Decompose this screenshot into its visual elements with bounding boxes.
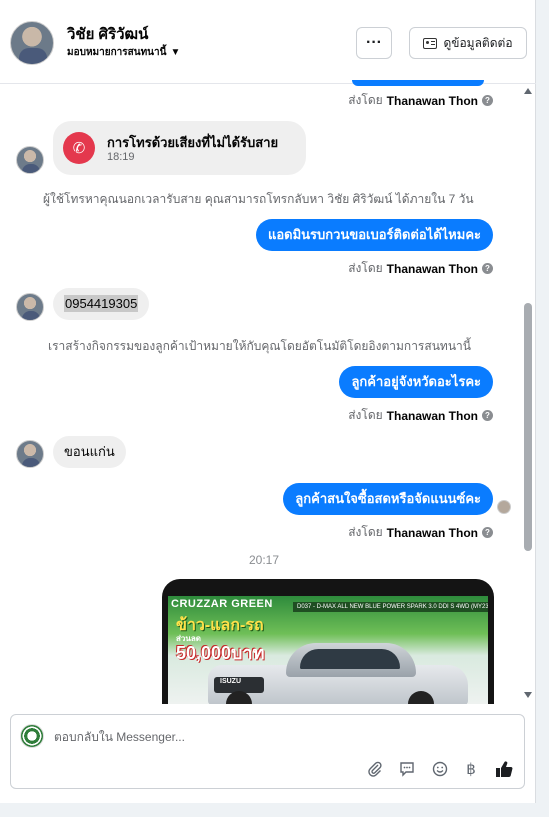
message-bubble-partial [352, 80, 484, 86]
promo-image: CRUZZAR GREEN D037 - D-MAX ALL NEW BLUE … [168, 596, 488, 704]
sender-name: Thanawan Thon [386, 93, 478, 108]
reply-input[interactable] [54, 727, 494, 747]
incoming-message[interactable]: ขอนแก่น [53, 436, 126, 468]
sent-by-line: ส่งโดย Thanawan Thon ? [348, 406, 493, 425]
message-timestamp: 20:17 [249, 553, 280, 567]
view-contact-info-label: ดูข้อมูลติดต่อ [443, 35, 513, 50]
assign-conversation-dropdown[interactable]: มอบหมายการสนทนานี้ ▼ [67, 45, 180, 60]
sent-by-line: ส่งโดย Thanawan Thon ? [348, 523, 493, 542]
contact-avatar-small[interactable] [16, 440, 44, 468]
phone-number[interactable]: 0954419305 [64, 295, 139, 312]
activity-system-note: เราสร้างกิจกรรมของลูกค้าเป้าหมายให้กับคุ… [48, 339, 471, 353]
call-system-note: ผู้ใช้โทรหาคุณนอกเวลารับสาย คุณสามารถโทร… [43, 192, 474, 206]
conversation-panel: วิชัย ศิริวัฒน์ มอบหมายการสนทนานี้ ▼ ···… [0, 0, 536, 803]
assign-label: มอบหมายการสนทนานี้ [67, 47, 167, 58]
sender-name: Thanawan Thon [386, 261, 478, 276]
info-icon[interactable]: ? [482, 410, 493, 421]
baht-icon[interactable]: ฿ [461, 759, 481, 779]
caret-down-icon: ▼ [170, 47, 181, 58]
sender-name: Thanawan Thon [386, 525, 478, 540]
sent-by-line: ส่งโดย Thanawan Thon ? [348, 259, 493, 278]
info-icon[interactable]: ? [482, 263, 493, 274]
outgoing-message[interactable]: ลูกค้าอยู่จังหวัดอะไรคะ [339, 366, 493, 398]
chat-bubble-icon[interactable] [397, 759, 417, 779]
contact-name[interactable]: วิชัย ศิริวัฒน์ [67, 22, 148, 46]
conversation-header: วิชัย ศิริวัฒน์ มอบหมายการสนทนานี้ ▼ ···… [0, 0, 536, 84]
image-attachment[interactable]: CRUZZAR GREEN D037 - D-MAX ALL NEW BLUE … [162, 579, 494, 704]
outgoing-message[interactable]: แอดมินรบกวนขอเบอร์ติดต่อได้ไหมคะ [255, 219, 493, 251]
contact-card-icon [423, 37, 438, 49]
smiley-icon[interactable] [430, 759, 450, 779]
scrollbar-thumb[interactable] [524, 303, 532, 551]
missed-call-card[interactable]: ✆ การโทรด้วยเสียงที่ไม่ได้รับสาย 18:19 [53, 121, 306, 175]
missed-call-time: 18:19 [107, 151, 135, 163]
view-contact-info-button[interactable]: ดูข้อมูลติดต่อ [409, 27, 527, 59]
missed-call-title: การโทรด้วยเสียงที่ไม่ได้รับสาย [107, 135, 279, 150]
sent-by-line: ส่งโดย Thanawan Thon ? [348, 91, 493, 110]
seen-avatar [497, 500, 511, 514]
info-icon[interactable]: ? [482, 95, 493, 106]
more-options-button[interactable]: ··· [356, 27, 392, 59]
sender-name: Thanawan Thon [386, 408, 478, 423]
contact-avatar-small[interactable] [16, 293, 44, 321]
info-icon[interactable]: ? [482, 527, 493, 538]
scroll-up-arrow[interactable] [524, 88, 532, 94]
outgoing-message[interactable]: ลูกค้าสนใจซื้อสดหรือจัดแนนซ์คะ [283, 483, 493, 515]
pickup-truck-image: ISUZU [208, 643, 478, 704]
contact-avatar[interactable] [10, 21, 54, 65]
thumbs-up-icon[interactable] [494, 759, 514, 779]
reply-composer: ฿ [10, 714, 525, 789]
contact-avatar-small[interactable] [16, 146, 44, 174]
scroll-down-arrow[interactable] [524, 692, 532, 698]
paperclip-icon[interactable] [365, 759, 385, 779]
page-avatar [20, 724, 44, 748]
incoming-message[interactable]: 0954419305 [53, 288, 150, 320]
missed-call-icon: ✆ [63, 132, 95, 164]
